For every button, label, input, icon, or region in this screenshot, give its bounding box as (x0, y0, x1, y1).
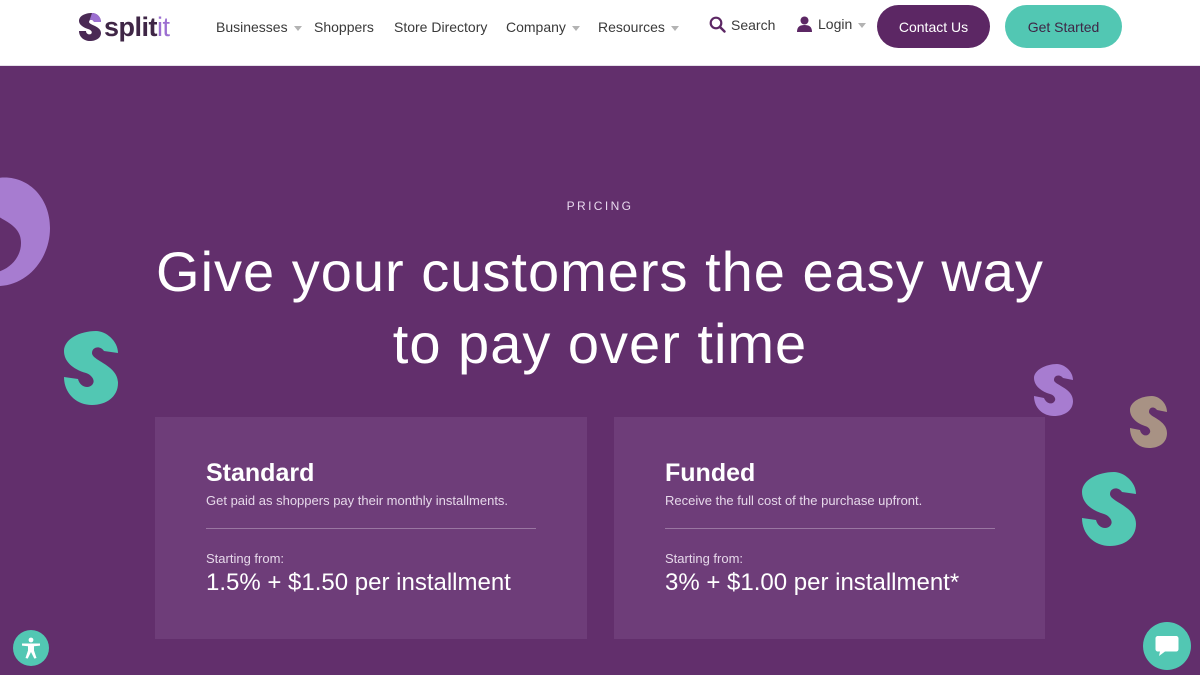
nav-resources-wrap: Resources (598, 0, 679, 54)
site-header: splitit Businesses Shoppers Store Direct… (0, 0, 1200, 66)
decorative-blob-taupe (1130, 396, 1167, 448)
nav-item-company-label: Company (506, 19, 566, 35)
get-started-button[interactable]: Get Started (1005, 5, 1122, 48)
chevron-down-icon (293, 25, 302, 31)
chevron-down-icon (571, 25, 580, 31)
card-divider (665, 528, 995, 529)
pricing-card-funded: Funded Receive the full cost of the purc… (614, 417, 1045, 639)
page: splitit Businesses Shoppers Store Direct… (0, 0, 1200, 675)
card-starting-label: Starting from: (206, 551, 285, 566)
nav-company-wrap: Company (506, 0, 580, 54)
card-title: Standard (206, 459, 315, 487)
section-eyebrow: PRICING (566, 199, 634, 213)
page-title: Give your customers the easy way to pay … (156, 240, 1044, 375)
decorative-blob-lavender-large (0, 177, 50, 286)
nav-item-shoppers-label: Shoppers (314, 19, 374, 35)
card-divider (206, 528, 536, 529)
nav-item-store-directory[interactable]: Store Directory (394, 19, 487, 35)
splitit-logo-icon (79, 13, 101, 41)
chevron-down-icon (858, 22, 867, 28)
accessibility-icon (22, 637, 40, 659)
accessibility-button[interactable] (13, 630, 49, 666)
user-icon (797, 16, 812, 32)
chat-icon (1155, 636, 1179, 656)
card-starting-label: Starting from: (665, 551, 744, 566)
main-nav: Businesses (216, 0, 302, 54)
search-icon (709, 16, 726, 33)
nav-shoppers-wrap: Shoppers (314, 0, 374, 54)
card-price: 3% + $1.00 per installment* (665, 569, 960, 596)
card-price: 1.5% + $1.50 per installment (206, 569, 511, 596)
nav-item-businesses[interactable]: Businesses (216, 19, 302, 35)
search-link[interactable]: Search (709, 16, 775, 33)
nav-item-resources[interactable]: Resources (598, 19, 679, 35)
nav-item-company[interactable]: Company (506, 19, 580, 35)
card-description: Receive the full cost of the purchase up… (665, 493, 923, 508)
chat-button[interactable] (1143, 622, 1191, 670)
nav-item-businesses-label: Businesses (216, 19, 288, 35)
nav-item-shoppers[interactable]: Shoppers (314, 19, 374, 35)
login-label: Login (818, 16, 853, 32)
nav-item-resources-label: Resources (598, 19, 665, 35)
card-description: Get paid as shoppers pay their monthly i… (206, 493, 509, 508)
card-title: Funded (665, 459, 756, 487)
splitit-wordmark: splitit (104, 11, 170, 42)
chevron-down-icon (670, 25, 679, 31)
contact-us-button[interactable]: Contact Us (877, 5, 990, 48)
search-label: Search (731, 16, 776, 33)
decorative-blob-teal-left (64, 331, 118, 405)
splitit-logo[interactable]: splitit (79, 10, 179, 44)
nav-item-store-directory-label: Store Directory (394, 19, 488, 35)
nav-store-directory-wrap: Store Directory (394, 0, 487, 54)
decorative-blob-teal-right (1082, 472, 1136, 546)
login-link[interactable]: Login (797, 16, 867, 32)
pricing-card-standard: Standard Get paid as shoppers pay their … (155, 417, 587, 639)
